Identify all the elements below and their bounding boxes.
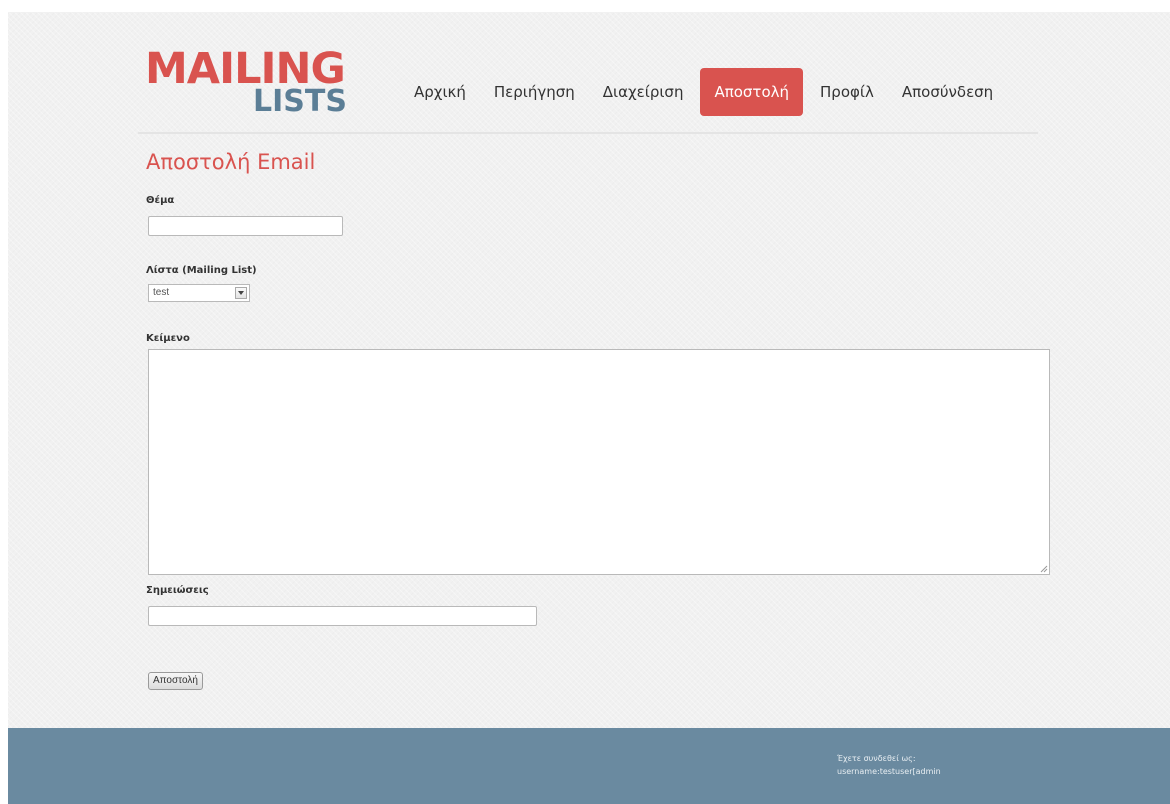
notes-label: Σημειώσεις [146,585,209,596]
nav-item-send[interactable]: Αποστολή [700,68,804,116]
mailing-list-select[interactable]: test [148,284,250,302]
main-nav: Αρχική Περιήγηση Διαχείριση Αποστολή Προ… [403,68,1010,116]
notes-input[interactable] [148,606,537,626]
page-background: MAILING LISTS Αρχική Περιήγηση Διαχείρισ… [8,12,1170,804]
page-title: Αποστολή Email [146,150,316,174]
subject-label: Θέμα [146,195,175,206]
body-label: Κείμενο [146,333,190,344]
login-status-line2: username:testuser[admin [837,767,941,776]
chevron-down-icon[interactable] [235,287,247,299]
footer: Έχετε συνδεθεί ως: username:testuser[adm… [8,728,1170,804]
resize-grip-icon[interactable] [1040,565,1048,573]
logo[interactable]: MAILING LISTS [145,47,355,137]
nav-item-browse[interactable]: Περιήγηση [483,68,586,116]
nav-item-home[interactable]: Αρχική [403,68,477,116]
nav-item-profile[interactable]: Προφίλ [809,68,885,116]
logo-text-lists: LISTS [253,84,347,119]
subject-input[interactable] [148,216,343,236]
body-textarea[interactable] [148,349,1050,575]
header-divider [138,132,1038,134]
login-status: Έχετε συνδεθεί ως: username:testuser[adm… [837,752,941,778]
nav-item-logout[interactable]: Αποσύνδεση [891,68,1004,116]
send-button[interactable]: Αποστολή [148,672,203,690]
mailing-list-selected-value: test [153,287,170,298]
mailing-list-label: Λίστα (Mailing List) [146,265,257,276]
login-status-line1: Έχετε συνδεθεί ως: [837,754,916,763]
nav-item-manage[interactable]: Διαχείριση [592,68,695,116]
